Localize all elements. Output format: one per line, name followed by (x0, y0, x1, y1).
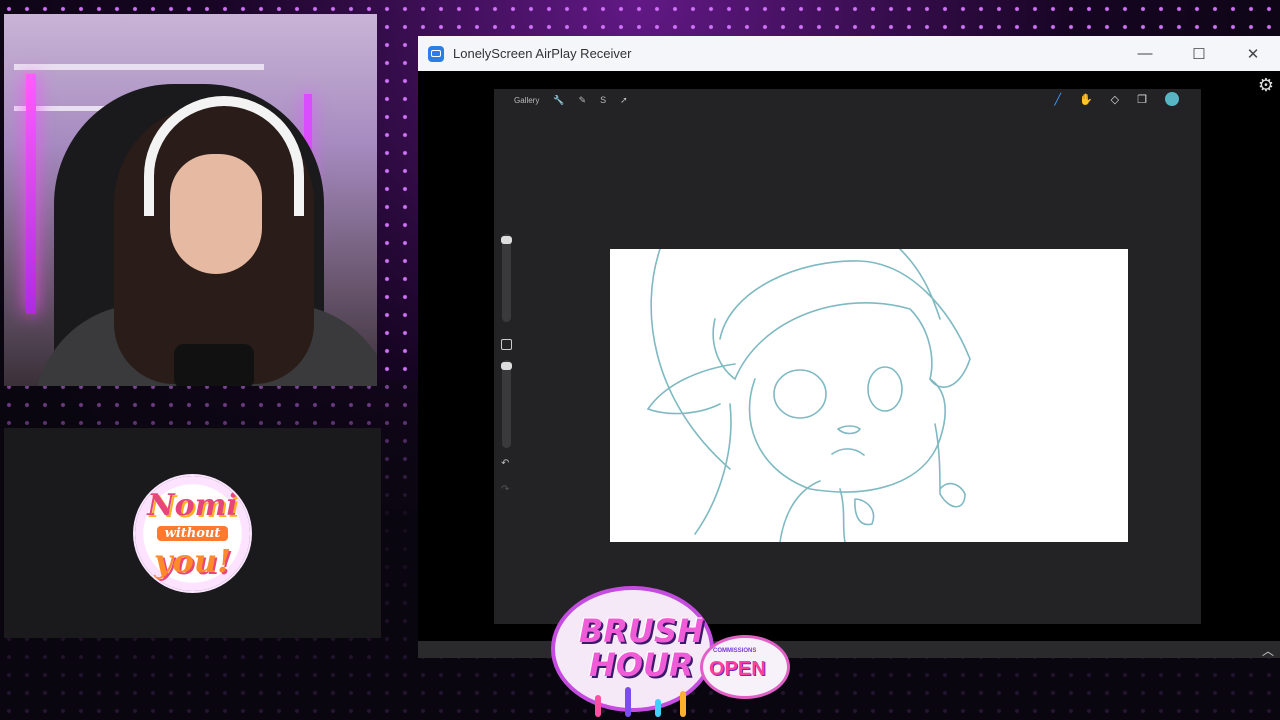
gallery-button[interactable]: Gallery (514, 96, 539, 105)
undo-icon[interactable]: ↶ (501, 458, 509, 469)
logo-text-top: Nomi (147, 488, 238, 523)
window-titlebar[interactable]: LonelyScreen AirPlay Receiver — ☐ ✕ (418, 36, 1280, 71)
maximize-button[interactable]: ☐ (1172, 36, 1226, 71)
logo-text-bottom: you! (153, 542, 232, 580)
brush-size-slider[interactable] (501, 234, 512, 322)
opacity-knob[interactable] (501, 362, 512, 370)
brush-size-knob[interactable] (501, 236, 512, 244)
sketch-hood-inner (712, 302, 933, 381)
airplay-app-icon (428, 45, 444, 62)
horizontal-scrollbar[interactable]: ︿ (418, 641, 1280, 658)
paint-drip (655, 699, 661, 717)
brush-hour-badge: BRUSH HOUR COMMISSIONS OPEN (555, 582, 790, 717)
sketch-paw (854, 498, 875, 526)
layers-icon[interactable]: ❐ (1137, 93, 1147, 106)
eraser-icon[interactable]: ◇ (1111, 93, 1119, 106)
sketch-drawing (646, 249, 971, 542)
sketch-mouth (831, 448, 865, 456)
logo-text-middle: without (157, 526, 228, 541)
selection-icon[interactable]: S (600, 95, 606, 105)
badge-title-line2: HOUR (589, 646, 694, 684)
neon-light-left (26, 74, 36, 314)
webcam-feed (4, 14, 377, 386)
color-picker-swatch[interactable] (1165, 92, 1179, 106)
minimize-button[interactable]: — (1118, 36, 1172, 71)
sketch-strap-right (934, 423, 966, 508)
redo-icon[interactable]: ↷ (501, 484, 509, 495)
sketch-ear-left (646, 363, 736, 415)
paint-drip (595, 695, 601, 717)
lonelyscreen-window: LonelyScreen AirPlay Receiver — ☐ ✕ ⚙ Ga… (418, 36, 1280, 658)
procreate-sidebar: ↶ ↷ (497, 234, 517, 504)
sketch-face (748, 378, 946, 493)
window-controls: — ☐ ✕ (1118, 36, 1280, 71)
chevron-up-icon[interactable]: ︿ (1262, 642, 1274, 659)
microphone (174, 344, 254, 386)
eyedropper-button[interactable] (501, 339, 512, 350)
sketch-eye-right (867, 366, 903, 412)
settings-gear-icon[interactable]: ⚙ (1258, 75, 1274, 96)
badge-title-line1: BRUSH (579, 612, 704, 650)
window-title: LonelyScreen AirPlay Receiver (453, 46, 632, 61)
mirror-area: ⚙ Gallery 🔧 ✎ S ➚ ╱ ✋ ◇ ❐ ↶ ↷ (418, 71, 1280, 641)
channel-logo: Nomi without you! (135, 476, 250, 591)
open-label: OPEN (709, 658, 766, 680)
drawing-canvas[interactable] (610, 249, 1128, 542)
sketch-eye-left (773, 369, 827, 419)
brush-icon[interactable]: ╱ (1054, 93, 1061, 106)
paint-drip (680, 691, 686, 717)
procreate-screen: Gallery 🔧 ✎ S ➚ ╱ ✋ ◇ ❐ ↶ ↷ (494, 89, 1201, 624)
commissions-label: COMMISSIONS (713, 648, 757, 654)
transform-icon[interactable]: ➚ (620, 95, 628, 106)
magic-wand-icon[interactable]: ✎ (579, 95, 587, 106)
wrench-icon[interactable]: 🔧 (553, 95, 564, 106)
smudge-icon[interactable]: ✋ (1079, 93, 1093, 106)
opacity-slider[interactable] (501, 360, 512, 448)
procreate-toolbar: Gallery 🔧 ✎ S ➚ ╱ ✋ ◇ ❐ (494, 89, 1201, 111)
sketch-strap-left (694, 403, 732, 535)
webcam-shelf (14, 64, 264, 70)
close-button[interactable]: ✕ (1226, 36, 1280, 71)
sketch-nose (837, 425, 862, 435)
procreate-right-tools: ╱ ✋ ◇ ❐ (1054, 92, 1179, 106)
paint-drip (625, 687, 631, 717)
sketch-body-center (839, 488, 846, 542)
